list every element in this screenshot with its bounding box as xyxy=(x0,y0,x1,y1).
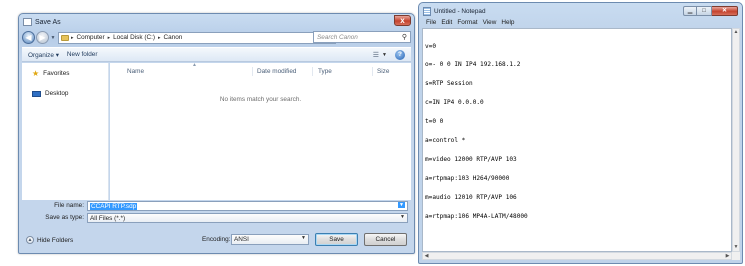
encoding-label: Encoding: xyxy=(202,236,231,243)
new-folder-button[interactable]: New folder xyxy=(67,51,98,58)
title-bar[interactable]: Save As xyxy=(21,15,401,29)
horizontal-scrollbar[interactable]: ◀ ▶ xyxy=(422,252,732,260)
save-button[interactable]: Save xyxy=(315,233,358,246)
text-line: v=0 xyxy=(425,42,437,50)
menu-help[interactable]: Help xyxy=(501,19,514,26)
breadcrumb-computer[interactable]: Computer xyxy=(77,34,105,41)
view-options-icon[interactable]: ☰ xyxy=(373,51,379,59)
notepad-window: Untitled - Notepad ▁ □ ✕ File Edit Forma… xyxy=(418,2,743,264)
text-line: a=rtpmap:106 MP4A-LATM/48000 xyxy=(425,212,528,220)
search-placeholder: Search Canon xyxy=(317,34,358,41)
menu-format[interactable]: Format xyxy=(457,19,477,26)
file-name-input[interactable]: CCAPI RTP.sdp ▼ xyxy=(87,201,408,211)
column-header-type[interactable]: Type xyxy=(318,68,332,75)
column-divider[interactable] xyxy=(312,67,313,76)
chevron-right-icon[interactable]: ▸ xyxy=(108,35,111,41)
sort-arrow-icon: ▲ xyxy=(192,62,197,68)
empty-message: No items match your search. xyxy=(219,96,302,103)
menu-edit[interactable]: Edit xyxy=(441,19,452,26)
menu-bar: File Edit Format View Help xyxy=(421,18,740,27)
address-bar[interactable]: ▸ Computer ▸ Local Disk (C:) ▸ Canon ▼ ↻ xyxy=(58,31,336,44)
text-line: a=control * xyxy=(425,137,466,145)
chevron-down-icon[interactable]: ▼ xyxy=(382,52,387,58)
file-name-label: File name: xyxy=(54,202,84,209)
chevron-down-icon[interactable]: ▼ xyxy=(400,214,405,220)
text-line: m=audio 12010 RTP/AVP 106 xyxy=(425,193,517,201)
forward-button[interactable]: ▶ xyxy=(36,31,49,44)
text-line: t=0 0 xyxy=(425,118,444,126)
search-icon: ⚲ xyxy=(401,34,407,41)
help-icon[interactable]: ? xyxy=(395,50,405,60)
encoding-value: ANSI xyxy=(234,236,249,243)
chevron-right-icon[interactable]: ▸ xyxy=(158,35,161,41)
file-list[interactable]: Name ▲ Date modified Type Size No items … xyxy=(110,62,411,200)
star-icon: ★ xyxy=(32,69,40,78)
dialog-title: Save As xyxy=(35,18,61,26)
text-line: c=IN IP4 0.0.0.0 xyxy=(425,99,484,107)
close-button[interactable]: ✕ xyxy=(712,6,738,16)
text-line: a=rtpmap:103 H264/90000 xyxy=(425,174,510,182)
save-fields: File name: CCAPI RTP.sdp ▼ Save as type:… xyxy=(22,201,411,229)
title-bar[interactable]: Untitled - Notepad xyxy=(421,5,486,17)
scroll-up-icon[interactable]: ▲ xyxy=(733,29,739,36)
sidebar-item-favorites[interactable]: ★ Favorites xyxy=(32,69,69,78)
search-input[interactable]: Search Canon ⚲ xyxy=(313,31,411,43)
scroll-down-icon[interactable]: ▼ xyxy=(733,244,739,251)
column-header-name[interactable]: Name xyxy=(127,68,144,75)
menu-view[interactable]: View xyxy=(483,19,497,26)
desktop-icon xyxy=(32,90,41,97)
text-editor[interactable]: v=0 o=- 0 0 IN IP4 192.168.1.2 s=RTP Ses… xyxy=(422,28,732,252)
save-type-value: All Files (*.*) xyxy=(90,215,126,222)
scroll-left-icon[interactable]: ◀ xyxy=(423,253,430,259)
organize-button[interactable]: Organize ▾ xyxy=(28,51,59,59)
folder-icon xyxy=(61,34,69,41)
column-header-date[interactable]: Date modified xyxy=(257,68,296,75)
encoding-select[interactable]: ANSI ▼ xyxy=(231,234,309,245)
dialog-footer: ▲ Hide Folders Encoding: ANSI ▼ Save Can… xyxy=(22,230,411,252)
hide-folders-label: Hide Folders xyxy=(37,236,74,244)
toolbar: Organize ▾ New folder ☰ ▼ ? xyxy=(22,47,411,62)
save-type-select[interactable]: All Files (*.*) ▼ xyxy=(87,213,408,223)
save-as-dialog: Save As x ◀ ▶ ▼ ▸ Computer ▸ Local Disk … xyxy=(18,13,415,254)
navigation-pane: ★ Favorites Desktop xyxy=(22,63,109,200)
column-divider[interactable] xyxy=(372,67,373,76)
chevron-down-icon[interactable]: ▼ xyxy=(301,235,306,241)
save-type-label: Save as type: xyxy=(45,214,84,221)
chevron-down-icon[interactable]: ▼ xyxy=(398,202,405,208)
breadcrumb-canon[interactable]: Canon xyxy=(164,34,183,41)
scroll-right-icon[interactable]: ▶ xyxy=(724,253,731,259)
sidebar-item-desktop[interactable]: Desktop xyxy=(32,90,68,97)
resize-grip[interactable] xyxy=(732,252,740,260)
column-divider[interactable] xyxy=(252,67,253,76)
cancel-button[interactable]: Cancel xyxy=(364,233,407,246)
recent-pages-dropdown[interactable]: ▼ xyxy=(50,35,56,41)
sidebar-item-label: Favorites xyxy=(43,70,70,77)
menu-file[interactable]: File xyxy=(426,19,436,26)
chevron-right-icon[interactable]: ▸ xyxy=(71,35,74,41)
breadcrumb-local-disk[interactable]: Local Disk (C:) xyxy=(113,34,155,41)
sidebar-item-label: Desktop xyxy=(45,90,69,97)
window-title: Untitled - Notepad xyxy=(434,7,486,15)
text-line: s=RTP Session xyxy=(425,80,473,88)
hide-folders-button[interactable]: ▲ Hide Folders xyxy=(26,236,73,244)
file-name-value: CCAPI RTP.sdp xyxy=(90,203,138,210)
dialog-icon xyxy=(23,18,32,26)
maximize-button[interactable]: □ xyxy=(697,6,712,16)
close-button[interactable]: x xyxy=(394,15,411,26)
minimize-button[interactable]: ▁ xyxy=(683,6,697,16)
text-line: o=- 0 0 IN IP4 192.168.1.2 xyxy=(425,61,521,69)
back-button[interactable]: ◀ xyxy=(22,31,35,44)
chevron-up-icon: ▲ xyxy=(26,236,34,244)
vertical-scrollbar[interactable]: ▲ ▼ xyxy=(732,28,740,252)
column-header-size[interactable]: Size xyxy=(377,68,389,75)
text-line: m=video 12000 RTP/AVP 103 xyxy=(425,155,517,163)
notepad-icon xyxy=(423,6,431,16)
address-row: ◀ ▶ ▼ ▸ Computer ▸ Local Disk (C:) ▸ Can… xyxy=(22,30,411,45)
